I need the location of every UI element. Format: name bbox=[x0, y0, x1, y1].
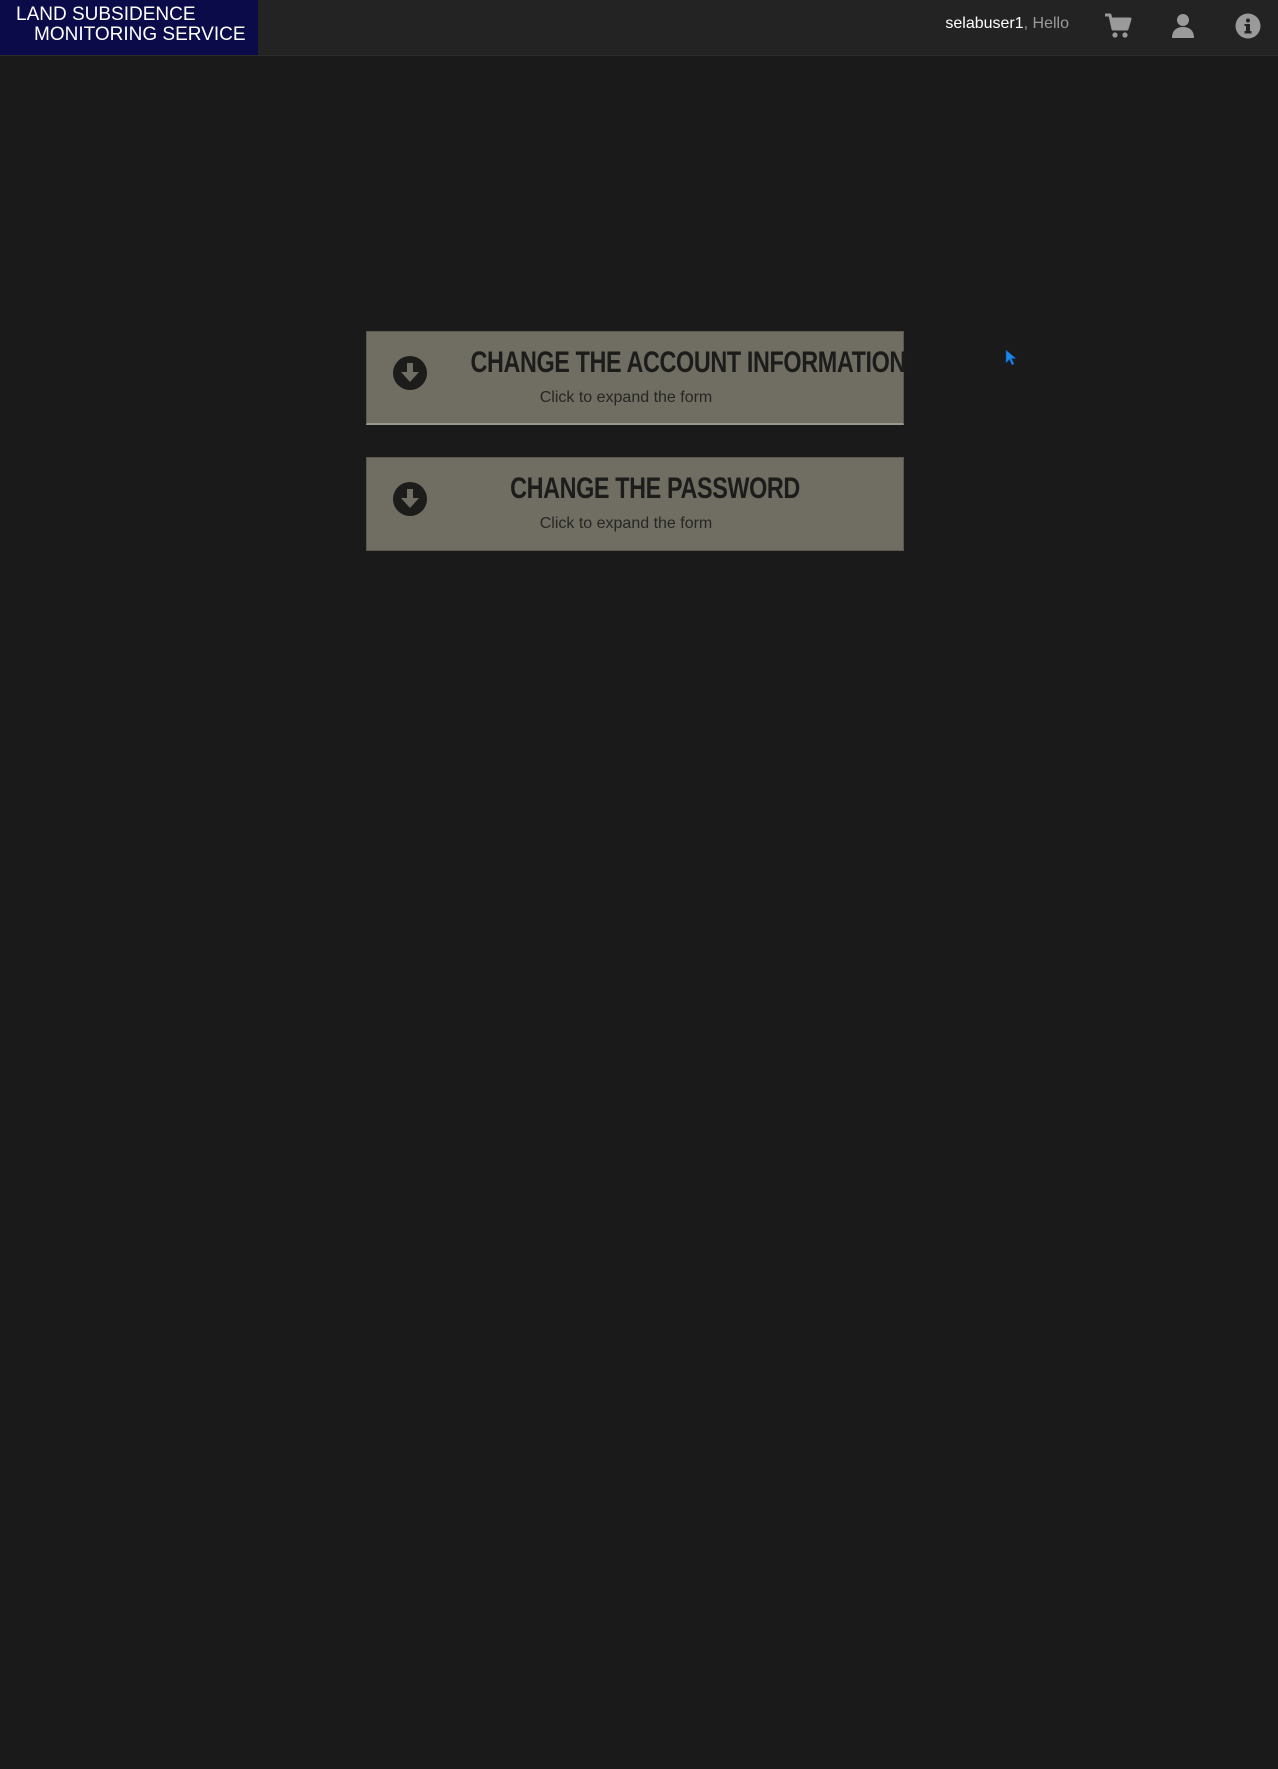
user-icon bbox=[1169, 12, 1197, 40]
panel-subtitle: Click to expand the form bbox=[539, 515, 713, 532]
arrow-circle-down-icon bbox=[392, 355, 428, 391]
info-button[interactable] bbox=[1234, 12, 1262, 40]
logo-line-2: MONITORING SERVICE bbox=[34, 24, 246, 45]
account-info-panel[interactable]: CHANGE THE ACCOUNT INFORMATION Click to … bbox=[366, 331, 906, 425]
arrow-circle-down-icon bbox=[392, 481, 428, 517]
cart-button[interactable] bbox=[1104, 12, 1132, 40]
change-password-panel[interactable]: CHANGE THE PASSWORD Click to expand the … bbox=[366, 457, 904, 551]
panel-subtitle: Click to expand the form bbox=[539, 389, 713, 406]
info-icon bbox=[1234, 12, 1262, 40]
logo-line-1: LAND SUBSIDENCE bbox=[16, 4, 196, 25]
panel-title: CHANGE THE ACCOUNT INFORMATION bbox=[470, 346, 906, 379]
profile-button[interactable] bbox=[1169, 12, 1197, 40]
user-greeting: selabuser1, Hello bbox=[945, 15, 1069, 33]
mouse-cursor-icon bbox=[1005, 349, 1019, 367]
site-logo[interactable]: LAND SUBSIDENCE MONITORING SERVICE bbox=[0, 0, 258, 55]
username: selabuser1 bbox=[945, 15, 1024, 32]
greeting-text: , Hello bbox=[1023, 15, 1069, 32]
panel-title: CHANGE THE PASSWORD bbox=[510, 472, 800, 505]
cart-icon bbox=[1104, 12, 1132, 40]
top-navbar: LAND SUBSIDENCE MONITORING SERVICE selab… bbox=[0, 0, 1278, 56]
